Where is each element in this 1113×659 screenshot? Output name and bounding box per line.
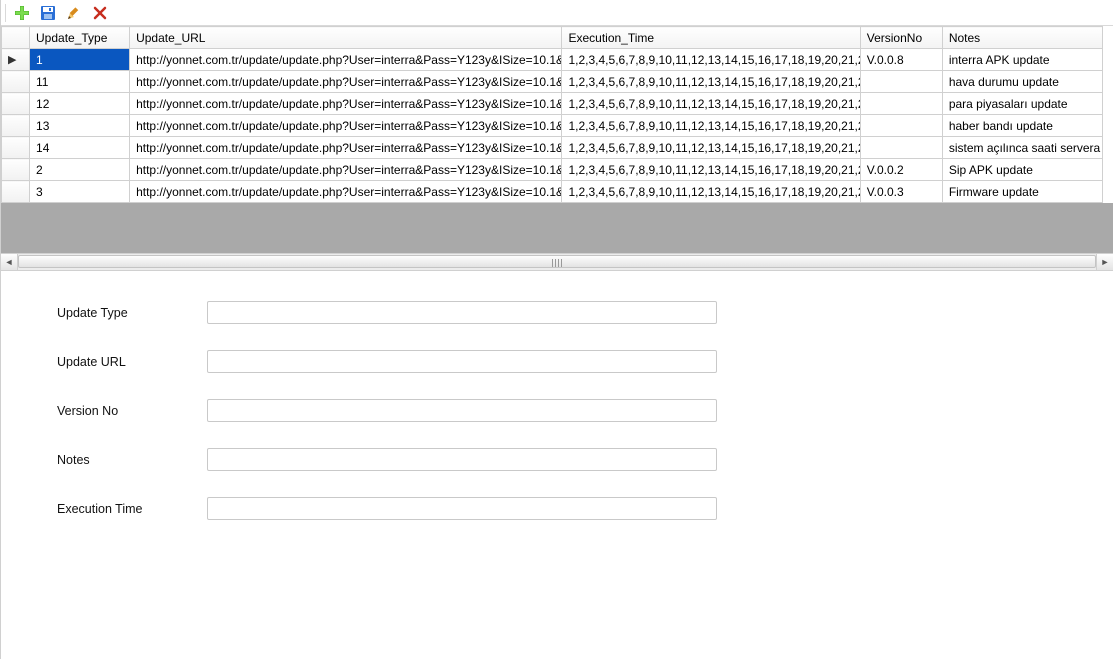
scrollbar-track[interactable] <box>18 254 1096 270</box>
cell-exec[interactable]: 1,2,3,4,5,6,7,8,9,10,11,12,13,14,15,16,1… <box>562 181 860 203</box>
row-indicator[interactable] <box>2 71 30 93</box>
app-window: Update_Type Update_URL Execution_Time Ve… <box>0 0 1113 659</box>
cell-url[interactable]: http://yonnet.com.tr/update/update.php?U… <box>130 137 562 159</box>
cell-url[interactable]: http://yonnet.com.tr/update/update.php?U… <box>130 49 562 71</box>
scroll-left-arrow-icon[interactable]: ◄ <box>1 254 18 270</box>
scroll-right-arrow-icon[interactable]: ► <box>1096 254 1113 270</box>
label-notes: Notes <box>57 453 207 467</box>
cell-exec[interactable]: 1,2,3,4,5,6,7,8,9,10,11,12,13,14,15,16,1… <box>562 71 860 93</box>
grid-header-exec[interactable]: Execution_Time <box>562 27 860 49</box>
label-execution-time: Execution Time <box>57 502 207 516</box>
cell-notes[interactable]: sistem açılınca saati servera sor <box>942 137 1102 159</box>
cell-type[interactable]: 2 <box>30 159 130 181</box>
cell-type[interactable]: 12 <box>30 93 130 115</box>
row-indicator[interactable] <box>2 137 30 159</box>
cell-ver[interactable] <box>860 71 942 93</box>
cell-ver[interactable] <box>860 137 942 159</box>
table-row[interactable]: 13http://yonnet.com.tr/update/update.php… <box>2 115 1103 137</box>
cell-type[interactable]: 11 <box>30 71 130 93</box>
table-row[interactable]: 3http://yonnet.com.tr/update/update.php?… <box>2 181 1103 203</box>
row-indicator[interactable] <box>2 181 30 203</box>
cell-type[interactable]: 1 <box>30 49 130 71</box>
cell-exec[interactable]: 1,2,3,4,5,6,7,8,9,10,11,12,13,14,15,16,1… <box>562 159 860 181</box>
cell-exec[interactable]: 1,2,3,4,5,6,7,8,9,10,11,12,13,14,15,16,1… <box>562 137 860 159</box>
row-indicator[interactable] <box>2 159 30 181</box>
cell-exec[interactable]: 1,2,3,4,5,6,7,8,9,10,11,12,13,14,15,16,1… <box>562 49 860 71</box>
input-update-type[interactable] <box>207 301 717 324</box>
form-row-type: Update Type <box>57 301 1113 324</box>
input-execution-time[interactable] <box>207 497 717 520</box>
grid-header-url[interactable]: Update_URL <box>130 27 562 49</box>
input-update-url[interactable] <box>207 350 717 373</box>
x-icon <box>92 5 108 21</box>
cell-ver[interactable]: V.0.0.2 <box>860 159 942 181</box>
cell-ver[interactable]: V.0.0.8 <box>860 49 942 71</box>
horizontal-scrollbar[interactable]: ◄ ► <box>1 253 1113 270</box>
cell-notes[interactable]: para piyasaları update <box>942 93 1102 115</box>
row-indicator[interactable] <box>2 115 30 137</box>
cell-url[interactable]: http://yonnet.com.tr/update/update.php?U… <box>130 159 562 181</box>
label-version-no: Version No <box>57 404 207 418</box>
cell-notes[interactable]: haber bandı update <box>942 115 1102 137</box>
data-grid-scroll[interactable]: Update_Type Update_URL Execution_Time Ve… <box>1 26 1113 253</box>
edit-button[interactable] <box>64 3 84 23</box>
label-update-url: Update URL <box>57 355 207 369</box>
label-update-type: Update Type <box>57 306 207 320</box>
grid-header-row: Update_Type Update_URL Execution_Time Ve… <box>2 27 1103 49</box>
grid-header-indicator[interactable] <box>2 27 30 49</box>
row-indicator[interactable] <box>2 93 30 115</box>
form-row-notes: Notes <box>57 448 1113 471</box>
cell-notes[interactable]: Firmware update <box>942 181 1102 203</box>
cell-ver[interactable] <box>860 93 942 115</box>
cell-url[interactable]: http://yonnet.com.tr/update/update.php?U… <box>130 93 562 115</box>
grid-empty-area <box>1 203 1113 253</box>
cell-type[interactable]: 3 <box>30 181 130 203</box>
save-button[interactable] <box>38 3 58 23</box>
plus-icon <box>14 5 30 21</box>
input-notes[interactable] <box>207 448 717 471</box>
cell-ver[interactable]: V.0.0.3 <box>860 181 942 203</box>
row-indicator[interactable]: ▶ <box>2 49 30 71</box>
cell-notes[interactable]: interra APK update <box>942 49 1102 71</box>
table-row[interactable]: 12http://yonnet.com.tr/update/update.php… <box>2 93 1103 115</box>
detail-form: Update Type Update URL Version No Notes … <box>1 271 1113 659</box>
cell-notes[interactable]: hava durumu update <box>942 71 1102 93</box>
cell-url[interactable]: http://yonnet.com.tr/update/update.php?U… <box>130 115 562 137</box>
pencil-icon <box>66 5 82 21</box>
cell-ver[interactable] <box>860 115 942 137</box>
grid-header-ver[interactable]: VersionNo <box>860 27 942 49</box>
scrollbar-grip-icon <box>552 259 562 267</box>
cell-url[interactable]: http://yonnet.com.tr/update/update.php?U… <box>130 181 562 203</box>
floppy-disk-icon <box>40 5 56 21</box>
cell-url[interactable]: http://yonnet.com.tr/update/update.php?U… <box>130 71 562 93</box>
table-row[interactable]: 11http://yonnet.com.tr/update/update.php… <box>2 71 1103 93</box>
add-button[interactable] <box>12 3 32 23</box>
cell-exec[interactable]: 1,2,3,4,5,6,7,8,9,10,11,12,13,14,15,16,1… <box>562 115 860 137</box>
grid-header-type[interactable]: Update_Type <box>30 27 130 49</box>
delete-button[interactable] <box>90 3 110 23</box>
table-row[interactable]: ▶1http://yonnet.com.tr/update/update.php… <box>2 49 1103 71</box>
input-version-no[interactable] <box>207 399 717 422</box>
form-row-ver: Version No <box>57 399 1113 422</box>
grid-header-notes[interactable]: Notes <box>942 27 1102 49</box>
data-grid[interactable]: Update_Type Update_URL Execution_Time Ve… <box>1 26 1103 203</box>
cell-notes[interactable]: Sip APK update <box>942 159 1102 181</box>
cell-type[interactable]: 13 <box>30 115 130 137</box>
table-row[interactable]: 14http://yonnet.com.tr/update/update.php… <box>2 137 1103 159</box>
cell-exec[interactable]: 1,2,3,4,5,6,7,8,9,10,11,12,13,14,15,16,1… <box>562 93 860 115</box>
toolbar-separator <box>5 4 6 22</box>
form-row-url: Update URL <box>57 350 1113 373</box>
table-row[interactable]: 2http://yonnet.com.tr/update/update.php?… <box>2 159 1103 181</box>
toolbar <box>1 0 1113 26</box>
form-row-exec: Execution Time <box>57 497 1113 520</box>
cell-type[interactable]: 14 <box>30 137 130 159</box>
scrollbar-thumb[interactable] <box>18 255 1096 268</box>
data-grid-container: Update_Type Update_URL Execution_Time Ve… <box>1 26 1113 271</box>
